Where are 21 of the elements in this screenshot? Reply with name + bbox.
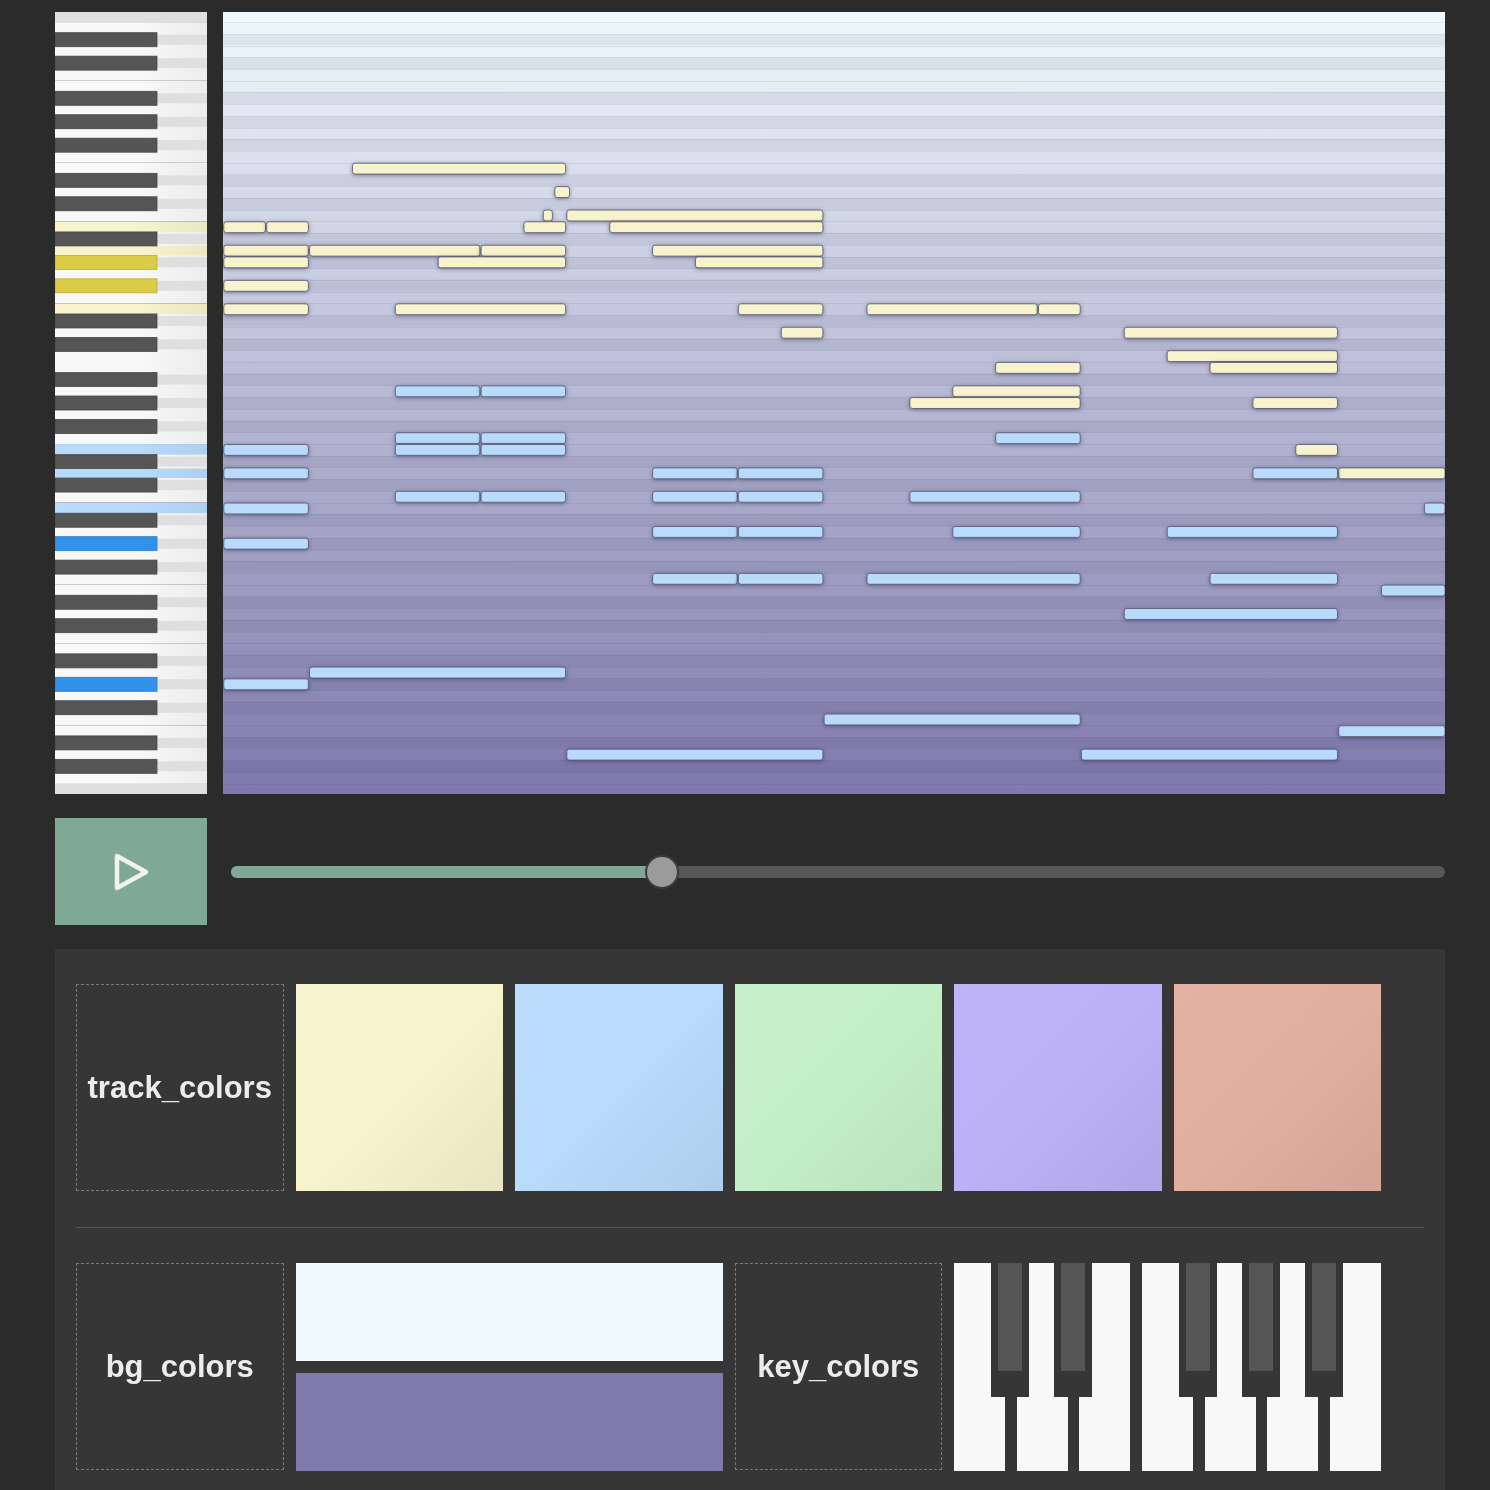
color-swatch[interactable] — [1173, 984, 1381, 1191]
play-button[interactable] — [55, 818, 207, 925]
section-label: bg_colors — [105, 1348, 254, 1385]
note-block — [1381, 584, 1445, 597]
color-swatch[interactable] — [295, 1373, 723, 1471]
note-block — [554, 186, 570, 198]
slider-handle[interactable] — [644, 854, 679, 889]
note-block — [780, 326, 824, 339]
section-label: key_colors — [757, 1348, 920, 1385]
color-swatch[interactable] — [734, 984, 942, 1191]
note-block — [266, 221, 309, 234]
note-block — [1295, 444, 1338, 456]
keyboard-drawing[interactable] — [954, 1263, 1381, 1471]
color-swatch[interactable] — [954, 984, 1162, 1191]
color-swatch[interactable] — [295, 984, 503, 1191]
color-swatch[interactable] — [515, 984, 723, 1191]
section-label: track_colors — [87, 1069, 272, 1106]
color-swatch[interactable] — [295, 1263, 723, 1361]
note-block — [1424, 502, 1445, 515]
progress-slider[interactable] — [231, 854, 1445, 889]
note-block — [223, 221, 266, 234]
